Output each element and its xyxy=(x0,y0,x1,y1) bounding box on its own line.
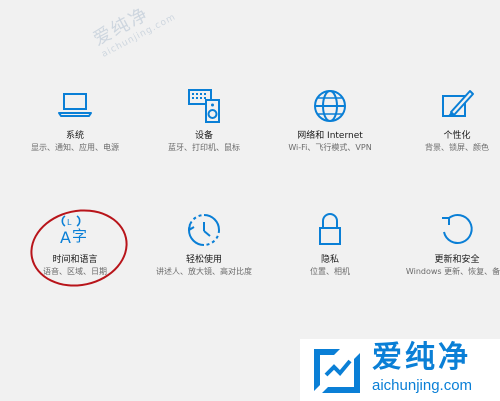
lock-icon xyxy=(310,210,350,250)
tile-system-title: 系统 xyxy=(65,131,84,141)
tile-update-security-desc: Windows 更新、恢复、备份 xyxy=(405,267,500,276)
tile-network[interactable]: 网络和 Internet Wi-Fi、飞行模式、VPN xyxy=(275,86,385,154)
tile-time-language-title: 时间和语言 xyxy=(52,255,98,265)
tile-ease-of-access-desc: 讲述人、放大镜、高对比度 xyxy=(156,267,252,276)
personalization-icon xyxy=(437,86,477,126)
tile-personalization-title: 个性化 xyxy=(443,131,471,141)
tile-devices[interactable]: 设备 蓝牙、打印机、鼠标 xyxy=(149,86,259,154)
tile-time-language-desc: 语音、区域、日期 xyxy=(43,267,107,276)
svg-text:字: 字 xyxy=(72,227,87,245)
tile-privacy[interactable]: 隐私 位置、相机 xyxy=(275,210,385,278)
tile-privacy-title: 隐私 xyxy=(320,255,339,265)
watermark-logo: 爱纯净 aichunjing.com xyxy=(300,339,500,401)
update-icon xyxy=(437,210,477,250)
tile-privacy-desc: 位置、相机 xyxy=(310,267,350,276)
tile-time-language[interactable]: L A 字 时间和语言 语音、区域、日期 xyxy=(20,210,130,278)
devices-icon xyxy=(184,86,224,126)
tile-update-security-title: 更新和安全 xyxy=(434,255,480,265)
logo-cn-text: 爱纯净 xyxy=(372,340,471,375)
tile-system[interactable]: 系统 显示、通知、应用、电源 xyxy=(20,86,130,154)
ease-of-access-icon xyxy=(184,210,224,250)
logo-mark-icon xyxy=(310,345,364,397)
tile-network-desc: Wi-Fi、飞行模式、VPN xyxy=(288,143,372,152)
tile-devices-desc: 蓝牙、打印机、鼠标 xyxy=(168,143,240,152)
tile-personalization-desc: 背景、锁屏、颜色 xyxy=(425,143,489,152)
tile-system-desc: 显示、通知、应用、电源 xyxy=(31,143,119,152)
tile-ease-of-access[interactable]: 轻松使用 讲述人、放大镜、高对比度 xyxy=(149,210,259,278)
tile-devices-title: 设备 xyxy=(194,131,213,141)
logo-en-text: aichunjing.com xyxy=(372,377,473,394)
tile-ease-of-access-title: 轻松使用 xyxy=(185,255,222,265)
globe-icon xyxy=(310,86,350,126)
tile-personalization[interactable]: 个性化 背景、锁屏、颜色 xyxy=(402,86,500,154)
svg-text:L: L xyxy=(67,218,72,227)
tile-network-title: 网络和 Internet xyxy=(297,131,363,141)
tile-update-security[interactable]: 更新和安全 Windows 更新、恢复、备份 xyxy=(402,210,500,278)
watermark-top: 爱纯净 aichunjing.com xyxy=(88,0,178,60)
laptop-icon xyxy=(55,86,95,126)
svg-text:A: A xyxy=(60,228,71,247)
time-language-icon: L A 字 xyxy=(55,210,95,250)
